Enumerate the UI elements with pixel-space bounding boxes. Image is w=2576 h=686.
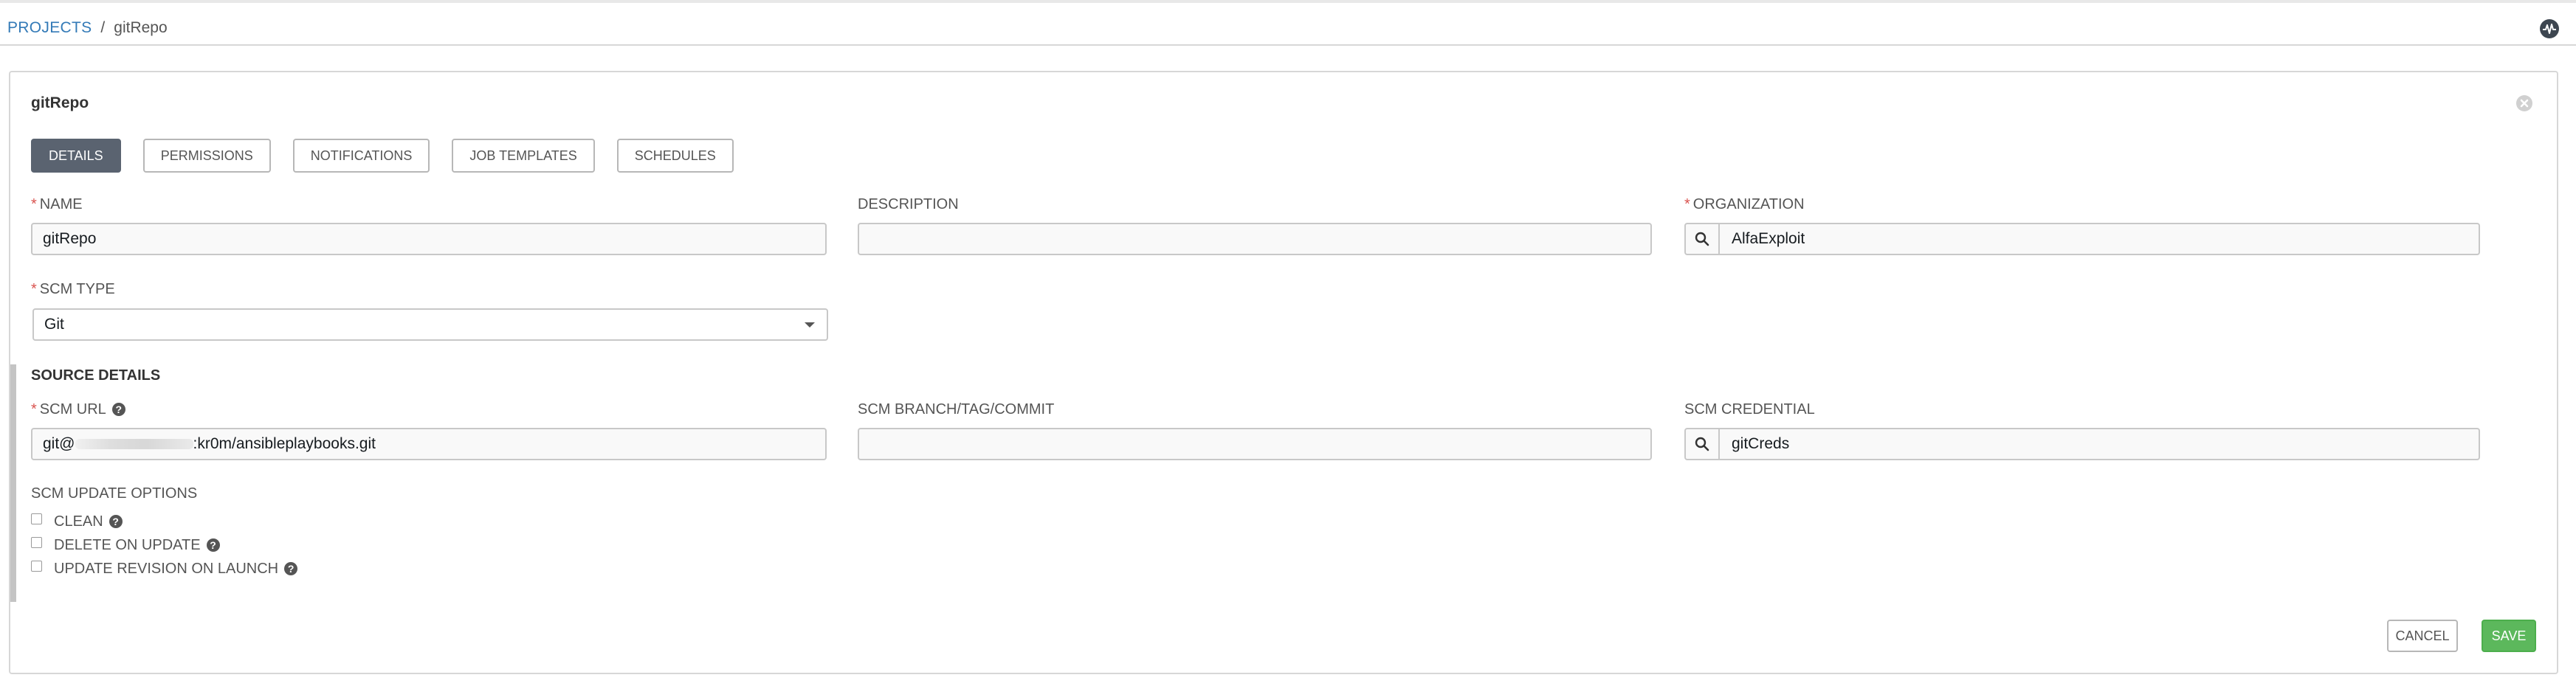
option-update-revision-on-launch: UPDATE REVISION ON LAUNCH? <box>31 561 298 578</box>
scm-branch-label: SCM BRANCH/TAG/COMMIT <box>858 401 1055 418</box>
close-icon[interactable] <box>2515 94 2533 112</box>
scm-credential-label: SCM CREDENTIAL <box>1684 401 1815 418</box>
scm-credential-value: gitCreds <box>1732 435 1790 452</box>
caret-down-icon <box>805 322 815 328</box>
scm-credential-lookup-button[interactable] <box>1686 429 1720 459</box>
required-asterisk: * <box>31 401 37 418</box>
scm-url-value-suffix: :kr0m/ansibleplaybooks.git <box>193 435 376 452</box>
search-icon <box>1695 437 1709 451</box>
organization-label: * ORGANIZATION <box>1684 196 1805 212</box>
required-asterisk: * <box>31 196 37 212</box>
scm-url-label: * SCM URL? <box>31 401 125 418</box>
redacted-host <box>75 439 193 450</box>
clean-checkbox[interactable] <box>31 513 42 524</box>
search-icon <box>1695 232 1709 246</box>
organization-value: AlfaExploit <box>1732 230 1805 247</box>
organization-lookup-button[interactable] <box>1686 224 1720 254</box>
delete-on-update-checkbox[interactable] <box>31 537 42 548</box>
scm-credential-field[interactable]: gitCreds <box>1684 428 2480 460</box>
help-icon[interactable]: ? <box>109 515 123 528</box>
scm-type-value: Git <box>44 316 64 333</box>
description-input[interactable] <box>858 223 1652 255</box>
description-label: DESCRIPTION <box>858 196 959 212</box>
tab-permissions[interactable]: PERMISSIONS <box>142 139 271 173</box>
required-asterisk: * <box>31 281 37 297</box>
scm-type-select[interactable]: Git <box>32 308 828 341</box>
tab-bar: DETAILS PERMISSIONS NOTIFICATIONS JOB TE… <box>31 139 734 173</box>
name-input[interactable]: gitRepo <box>31 223 827 255</box>
option-delete-on-update: DELETE ON UPDATE? <box>31 537 220 554</box>
activity-stream-icon[interactable] <box>2539 18 2560 39</box>
scm-update-options-label: SCM UPDATE OPTIONS <box>31 485 198 502</box>
name-label: * NAME <box>31 196 83 212</box>
top-bar: PROJECTS / gitRepo <box>0 0 2576 46</box>
scm-url-input[interactable]: git@ :kr0m/ansibleplaybooks.git <box>31 428 827 460</box>
scm-url-value-prefix: git@ <box>43 435 75 452</box>
cancel-button[interactable]: CANCEL <box>2387 620 2458 652</box>
breadcrumb-separator: / <box>100 19 106 36</box>
scm-branch-input[interactable] <box>858 428 1652 460</box>
save-button[interactable]: SAVE <box>2482 620 2536 652</box>
source-details-indicator <box>10 364 16 602</box>
card-title: gitRepo <box>31 94 89 111</box>
tab-schedules[interactable]: SCHEDULES <box>616 139 734 173</box>
help-icon[interactable]: ? <box>284 562 298 575</box>
project-form-card: gitRepo DETAILS PERMISSIONS NOTIFICATION… <box>9 71 2558 674</box>
tab-notifications[interactable]: NOTIFICATIONS <box>292 139 430 173</box>
option-clean: CLEAN? <box>31 513 123 530</box>
breadcrumb: PROJECTS / gitRepo <box>7 19 168 37</box>
update-revision-on-launch-checkbox[interactable] <box>31 561 42 572</box>
help-icon[interactable]: ? <box>206 538 220 552</box>
breadcrumb-current: gitRepo <box>114 19 168 36</box>
organization-field[interactable]: AlfaExploit <box>1684 223 2480 255</box>
required-asterisk: * <box>1684 196 1690 212</box>
scm-type-label: * SCM TYPE <box>31 281 115 297</box>
help-icon[interactable]: ? <box>111 403 125 416</box>
tab-details[interactable]: DETAILS <box>31 139 121 173</box>
tab-job-templates[interactable]: JOB TEMPLATES <box>452 139 595 173</box>
source-details-title: SOURCE DETAILS <box>31 367 161 384</box>
breadcrumb-projects-link[interactable]: PROJECTS <box>7 19 92 36</box>
